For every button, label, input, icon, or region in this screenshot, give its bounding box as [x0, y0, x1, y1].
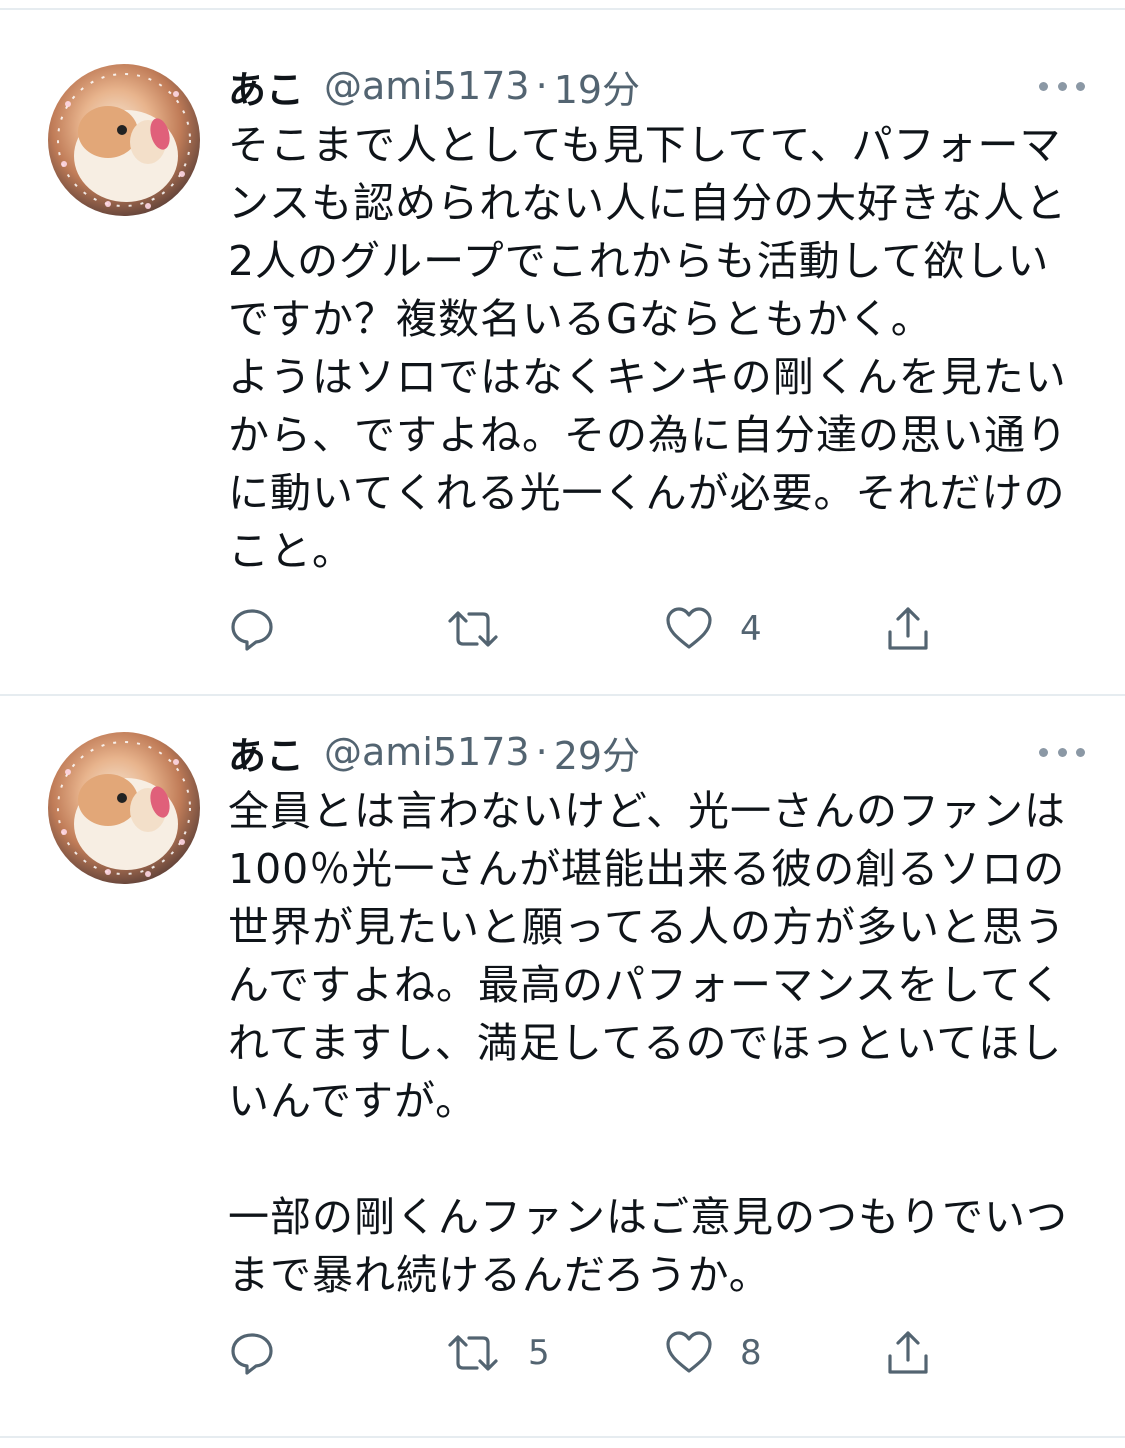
like-count: 4 — [740, 609, 762, 649]
tweet-text: 全員とは言わないけど、光一さんのファンは100％光一さんが堪能出来る彼の創るソロ… — [228, 787, 1068, 1299]
more-dot — [1076, 81, 1085, 91]
share-button[interactable] — [884, 604, 932, 654]
more-icon[interactable] — [1039, 734, 1085, 770]
display-name[interactable]: あこ — [228, 59, 304, 114]
retweet-button[interactable]: 5 — [444, 1328, 550, 1378]
reply-button[interactable] — [228, 1328, 302, 1378]
retweet-button[interactable] — [444, 604, 528, 654]
bottom-divider — [0, 1436, 1125, 1438]
more-dot — [1057, 81, 1067, 91]
tweet-actions: 5 8 — [228, 1328, 948, 1378]
heart-icon — [666, 1331, 712, 1373]
timestamp[interactable]: 19分 — [554, 59, 640, 114]
tweet-actions: 4 — [228, 604, 948, 654]
more-icon[interactable] — [1039, 68, 1085, 104]
like-count: 8 — [740, 1333, 762, 1373]
reply-icon — [231, 609, 273, 651]
display-name[interactable]: あこ — [228, 725, 304, 780]
more-dot — [1039, 81, 1048, 91]
tweet[interactable]: あこ @ami5173 · 29分 全員とは言わないけど、光一さんのファンは10… — [0, 696, 1125, 1436]
avatar[interactable] — [48, 64, 200, 216]
like-button[interactable]: 4 — [664, 604, 762, 654]
reply-icon — [231, 1333, 273, 1375]
retweet-icon — [448, 1335, 498, 1371]
more-dot — [1039, 747, 1048, 757]
username[interactable]: @ami5173 — [324, 730, 530, 774]
reply-button[interactable] — [228, 604, 302, 654]
like-button[interactable]: 8 — [664, 1328, 762, 1378]
retweet-icon — [448, 611, 498, 647]
share-icon — [888, 607, 928, 650]
separator: · — [535, 730, 548, 774]
more-dot — [1076, 747, 1085, 757]
share-button[interactable] — [884, 1328, 932, 1378]
heart-icon — [666, 607, 712, 649]
username[interactable]: @ami5173 — [324, 64, 530, 108]
tweet-header: あこ @ami5173 · 29分 — [228, 724, 1085, 780]
more-dot — [1057, 747, 1067, 757]
tweet-header: あこ @ami5173 · 19分 — [228, 58, 1085, 114]
timestamp[interactable]: 29分 — [554, 725, 640, 780]
share-icon — [888, 1331, 928, 1374]
separator: · — [535, 64, 548, 108]
avatar[interactable] — [48, 732, 200, 884]
tweet[interactable]: あこ @ami5173 · 19分 そこまで人としても見下してて、パフォーマンス… — [0, 0, 1125, 694]
retweet-count: 5 — [528, 1333, 550, 1373]
tweet-text: そこまで人としても見下してて、パフォーマンスも認められない人に自分の大好きな人と… — [228, 121, 1068, 575]
